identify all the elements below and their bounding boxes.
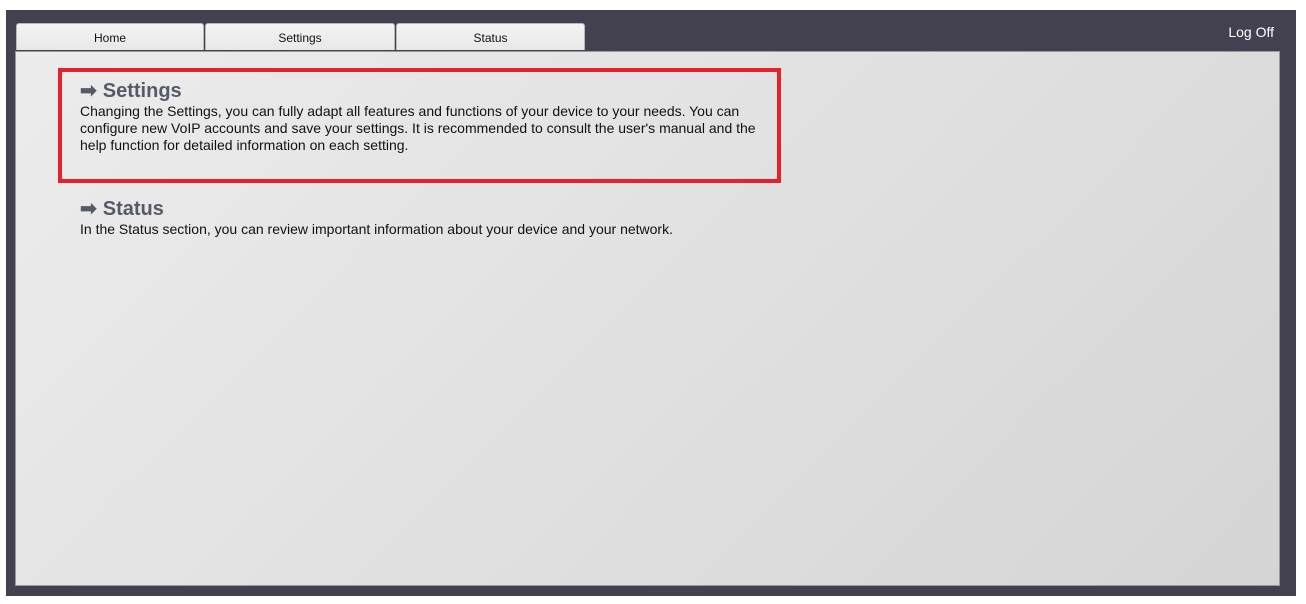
app-frame: Home Settings Status Log Off ➡ Settings C… <box>6 10 1296 596</box>
status-heading[interactable]: ➡ Status <box>80 197 760 221</box>
arrow-right-icon: ➡ <box>80 80 97 102</box>
tab-home[interactable]: Home <box>16 23 204 50</box>
settings-heading-label: Settings <box>102 80 182 102</box>
log-off-link[interactable]: Log Off <box>1228 24 1274 40</box>
arrow-right-icon: ➡ <box>80 198 97 220</box>
main-content: ➡ Settings Changing the Settings, you can… <box>15 51 1280 586</box>
settings-heading[interactable]: ➡ Settings <box>80 79 760 103</box>
status-description: In the Status section, you can review im… <box>80 221 673 237</box>
status-section: ➡ Status In the Status section, you can r… <box>80 197 760 238</box>
tab-settings[interactable]: Settings <box>205 23 395 50</box>
tab-status[interactable]: Status <box>396 23 585 50</box>
settings-description: Changing the Settings, you can fully ada… <box>80 103 756 153</box>
status-heading-label: Status <box>102 198 164 220</box>
settings-section: ➡ Settings Changing the Settings, you can… <box>80 79 760 154</box>
